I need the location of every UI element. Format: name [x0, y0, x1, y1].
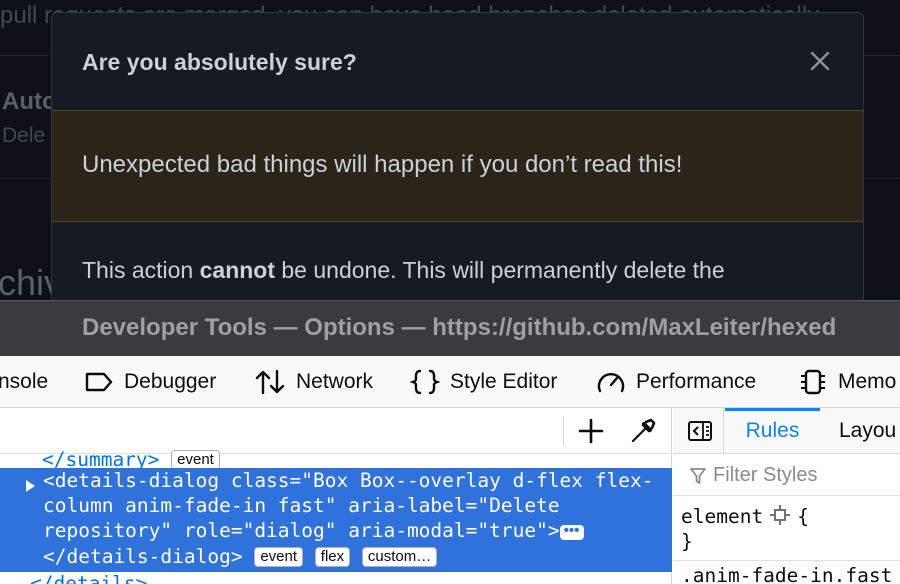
filter-styles-bar: [673, 454, 900, 496]
rules-sidebar: Rules Layou element { } .anim-fade-in.fa…: [673, 408, 900, 584]
memory-icon: [801, 369, 825, 395]
body-prefix: This action: [82, 257, 200, 283]
developer-tools: Developer Tools — Options — https://gith…: [0, 300, 900, 584]
element-rule-selector: element {: [681, 504, 809, 528]
filter-styles-input[interactable]: [713, 462, 893, 488]
eyedropper-icon[interactable]: [629, 417, 657, 445]
close-button[interactable]: [809, 50, 831, 72]
body-emphasis: cannot: [199, 257, 275, 283]
tab-network-label: Network: [296, 370, 374, 393]
markup-node-summary[interactable]: </summary> event: [42, 448, 220, 468]
markup-node-details-close[interactable]: </details>: [30, 572, 147, 584]
debugger-icon: [85, 372, 113, 392]
tab-network[interactable]: Network: [254, 356, 373, 408]
tab-rules[interactable]: Rules: [725, 408, 820, 454]
dialog-body-text: This action cannot be undone. This will …: [82, 257, 725, 284]
expand-twisty-icon[interactable]: [26, 480, 35, 492]
markup-line-text: </details-dialog>: [43, 545, 243, 568]
delete-repository-dialog: Are you absolutely sure? Unexpected bad …: [51, 12, 864, 300]
filter-icon: [690, 468, 706, 484]
devtools-title: Developer Tools — Options — https://gith…: [82, 314, 837, 341]
markup-line: </details-dialog> event flex custom…: [43, 545, 438, 568]
tab-debugger[interactable]: Debugger: [84, 356, 216, 408]
toolbar-divider: [563, 416, 564, 446]
close-icon: [810, 51, 830, 71]
collapsed-children-badge[interactable]: •••: [559, 523, 584, 540]
style-editor-icon: [410, 369, 440, 395]
divider: [723, 408, 724, 454]
element-selector: element: [681, 505, 764, 528]
flex-badge[interactable]: flex: [314, 547, 351, 567]
rule-selector: .anim-fade-in.fast: [681, 564, 893, 584]
event-badge[interactable]: event: [171, 450, 220, 468]
node-picker-icon[interactable]: [769, 504, 791, 526]
tab-style-editor-label: Style Editor: [450, 370, 558, 393]
tab-debugger-label: Debugger: [124, 370, 217, 393]
toggle-sidebar-icon[interactable]: [687, 420, 713, 442]
performance-icon: [597, 373, 625, 393]
tab-style-editor[interactable]: Style Editor: [410, 356, 557, 408]
selected-markup-node[interactable]: <details-dialog class="Box Box--overlay …: [0, 468, 672, 572]
divider: [673, 560, 900, 561]
rule-open-brace: {: [797, 505, 809, 528]
tab-memory-label: Memo: [838, 370, 897, 393]
event-badge[interactable]: event: [254, 547, 304, 567]
section-title: Auto: [2, 88, 57, 115]
markup-line-text: repository" role="dialog" aria-modal="tr…: [43, 519, 560, 542]
section-description: Dele: [2, 124, 46, 147]
summary-tag: </summary>: [42, 448, 160, 468]
tab-performance-label: Performance: [636, 370, 757, 393]
tab-performance[interactable]: Performance: [596, 356, 756, 408]
markup-view: </summary> event <details-dialog class="…: [0, 408, 672, 584]
custom-element-badge[interactable]: custom…: [361, 547, 438, 567]
markup-line: column anim-fade-in fast" aria-label="De…: [43, 494, 560, 517]
markup-line: <details-dialog class="Box Box--overlay …: [43, 469, 654, 492]
tab-memory[interactable]: Memo: [798, 356, 896, 408]
devtools-titlebar[interactable]: Developer Tools — Options — https://gith…: [0, 300, 900, 356]
rule-close-brace: }: [681, 530, 693, 553]
dialog-title: Are you absolutely sure?: [82, 49, 357, 75]
plus-icon[interactable]: [578, 418, 604, 444]
body-suffix: be undone. This will permanently delete …: [275, 257, 725, 283]
warning-banner: Unexpected bad things will happen if you…: [52, 110, 863, 222]
network-icon: [255, 369, 285, 395]
markup-line: repository" role="dialog" aria-modal="tr…: [43, 519, 584, 542]
warning-text: Unexpected bad things will happen if you…: [82, 151, 683, 178]
tab-console-label: nsole: [0, 370, 49, 393]
sidebar-tabs: Rules Layou: [673, 408, 900, 454]
devtools-toolbar: nsole Debugger Network Style Editor Perf…: [0, 356, 900, 408]
tab-console[interactable]: nsole: [0, 356, 48, 408]
tab-layout[interactable]: Layou: [839, 419, 896, 443]
github-page: pull requests are merged, you can have h…: [0, 0, 900, 300]
dialog-header: Are you absolutely sure?: [52, 13, 863, 110]
